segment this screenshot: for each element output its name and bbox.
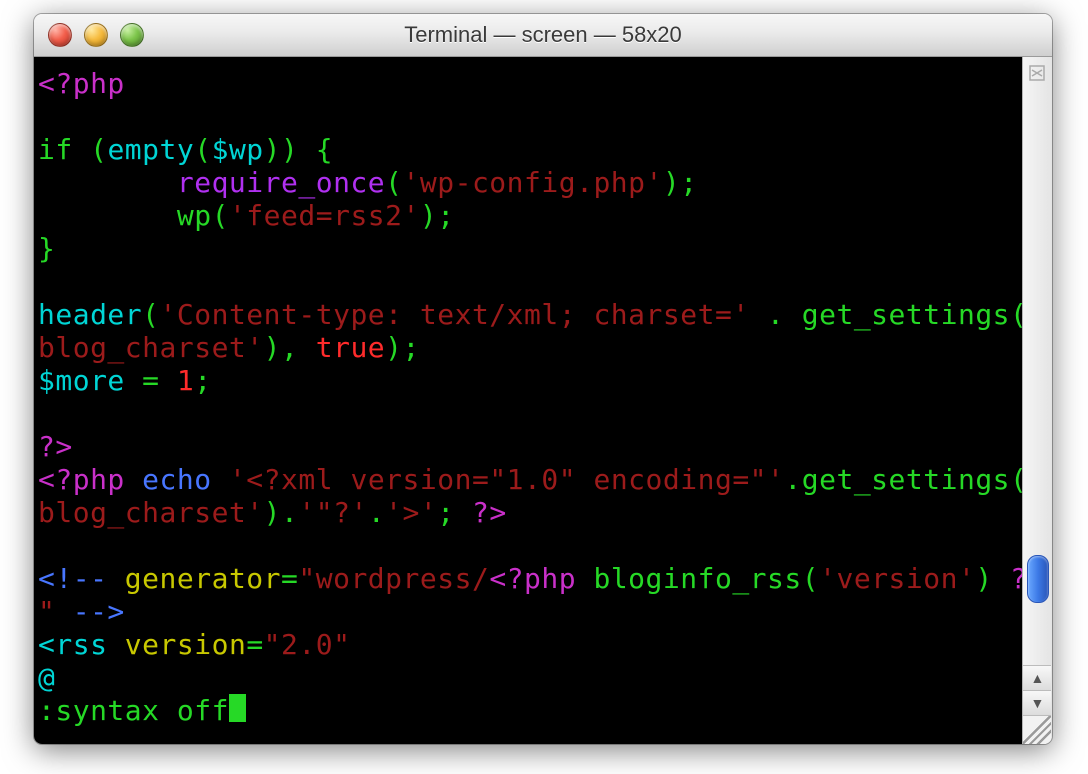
attr: generator [125, 562, 281, 595]
resize-handle-icon[interactable] [1023, 715, 1051, 744]
string: 'version' [819, 562, 975, 595]
close: ); [663, 166, 698, 199]
number: 1 [177, 364, 194, 397]
eq: = [281, 562, 298, 595]
fn-require: require_once [177, 166, 385, 199]
comment-open: <!-- [38, 562, 125, 595]
close: ); [385, 331, 420, 364]
concat: . [750, 298, 802, 331]
indent [38, 166, 177, 199]
paren: ( [194, 133, 211, 166]
concat: . [784, 463, 801, 496]
eq: = [246, 628, 263, 661]
php-open-tag: <?php [38, 67, 125, 100]
window-title: Terminal — screen — 58x20 [34, 22, 1052, 48]
string: '<?xml version="1.0" encoding="' [229, 463, 784, 496]
string: "wordpress/ [298, 562, 489, 595]
paren-close: )) { [264, 133, 333, 166]
zoom-icon[interactable] [120, 23, 144, 47]
php-open: <?php [489, 562, 593, 595]
scroll-up-button[interactable]: ▲ [1023, 665, 1051, 690]
indent [38, 199, 177, 232]
scrollbar[interactable]: ▲ ▼ [1022, 57, 1052, 744]
concat: . [368, 496, 385, 529]
paren: ( [90, 133, 107, 166]
string: 'wp-config.php' [403, 166, 663, 199]
paren: ( [1010, 463, 1022, 496]
terminal-window: Terminal — screen — 58x20 <?php if (empt… [34, 14, 1052, 744]
minimize-icon[interactable] [84, 23, 108, 47]
assign: = [125, 364, 177, 397]
php-close: ?> [38, 430, 73, 463]
fn-header: header [38, 298, 142, 331]
echo: echo [142, 463, 229, 496]
keyword-if: if [38, 133, 90, 166]
paren: ( [385, 166, 402, 199]
fn-bloginfo: bloginfo_rss [593, 562, 801, 595]
titlebar[interactable]: Terminal — screen — 58x20 [34, 14, 1052, 57]
scroll-track[interactable] [1023, 85, 1052, 665]
terminal-content[interactable]: <?php if (empty($wp)) { require_once('wp… [34, 57, 1022, 744]
semi: ; [437, 496, 472, 529]
var-wp: $wp [212, 133, 264, 166]
at-sign: @ [38, 661, 55, 694]
vim-command: :syntax off [38, 694, 229, 727]
fn-getsettings: get_settings [802, 298, 1010, 331]
paren: ( [802, 562, 819, 595]
close: ), [264, 331, 316, 364]
php-close: ?> [472, 496, 507, 529]
string-close: " [38, 595, 73, 628]
comment-close: --> [73, 595, 125, 628]
close-icon[interactable] [48, 23, 72, 47]
close: ) [975, 562, 1010, 595]
php-open: <?php [38, 463, 142, 496]
cursor-icon [229, 694, 246, 722]
string: "2.0" [264, 628, 351, 661]
terminal-body: <?php if (empty($wp)) { require_once('wp… [34, 57, 1052, 744]
paren: ( [1010, 298, 1022, 331]
paren: ( [142, 298, 159, 331]
fn-empty: empty [107, 133, 194, 166]
fn-getsettings: get_settings [802, 463, 1010, 496]
string: blog_charset' [38, 331, 264, 364]
scroll-top-icon [1025, 61, 1049, 85]
paren: ( [212, 199, 229, 232]
string: '"?' [298, 496, 367, 529]
traffic-lights [48, 23, 144, 47]
semi: ; [194, 364, 211, 397]
brace: } [38, 232, 55, 265]
tag-rss: <rss [38, 628, 125, 661]
string: '>' [385, 496, 437, 529]
php-close: ?> [1010, 562, 1022, 595]
close: ); [420, 199, 455, 232]
fn-wp: wp [177, 199, 212, 232]
string: 'feed=rss2' [229, 199, 420, 232]
var-more: $more [38, 364, 125, 397]
scroll-thumb[interactable] [1027, 555, 1049, 603]
string: blog_charset' [38, 496, 264, 529]
true: true [316, 331, 385, 364]
close: ). [264, 496, 299, 529]
string: 'Content-type: text/xml; charset=' [160, 298, 750, 331]
scroll-down-button[interactable]: ▼ [1023, 690, 1051, 715]
attr: version [125, 628, 247, 661]
